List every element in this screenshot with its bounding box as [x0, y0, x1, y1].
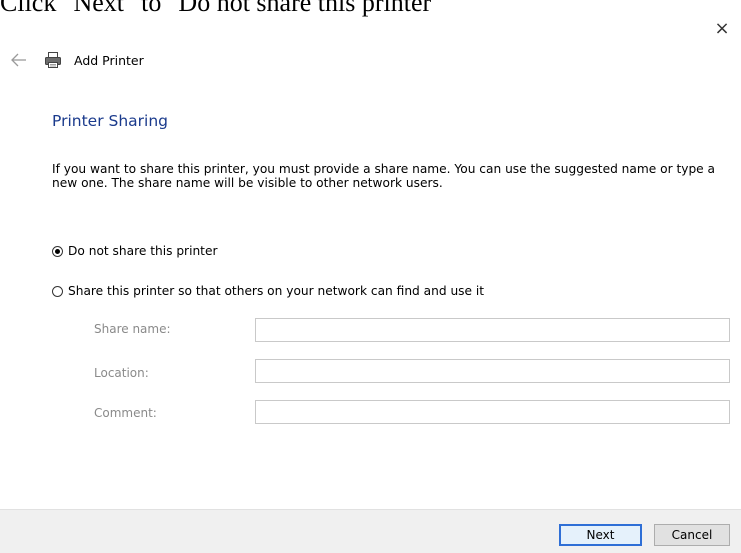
next-button[interactable]: Next	[559, 524, 642, 546]
printer-icon	[45, 52, 61, 68]
page-heading: Printer Sharing	[52, 112, 168, 130]
window-title: Add Printer	[74, 53, 144, 68]
do-not-share-option[interactable]: Do not share this printer	[52, 244, 217, 258]
option-label: Do not share this printer	[68, 244, 218, 258]
page-description: If you want to share this printer, you m…	[52, 162, 716, 190]
option-label: Share this printer so that others on you…	[68, 284, 485, 298]
comment-input[interactable]	[255, 400, 730, 424]
comment-label: Comment:	[94, 406, 157, 420]
share-name-input[interactable]	[255, 318, 730, 342]
cancel-button[interactable]: Cancel	[654, 524, 730, 546]
radio-button[interactable]	[52, 285, 63, 297]
dialog-footer: Next Cancel	[0, 509, 741, 553]
location-input[interactable]	[255, 359, 730, 383]
instruction-caption: Click "Next" to "Do not share this print…	[0, 0, 442, 17]
radio-button-selected[interactable]	[52, 245, 63, 257]
close-icon[interactable]: ×	[713, 20, 731, 38]
share-printer-option[interactable]: Share this printer so that others on you…	[52, 284, 484, 298]
back-arrow-icon[interactable]	[10, 52, 28, 68]
share-name-label: Share name:	[94, 322, 171, 336]
location-label: Location:	[94, 366, 149, 380]
